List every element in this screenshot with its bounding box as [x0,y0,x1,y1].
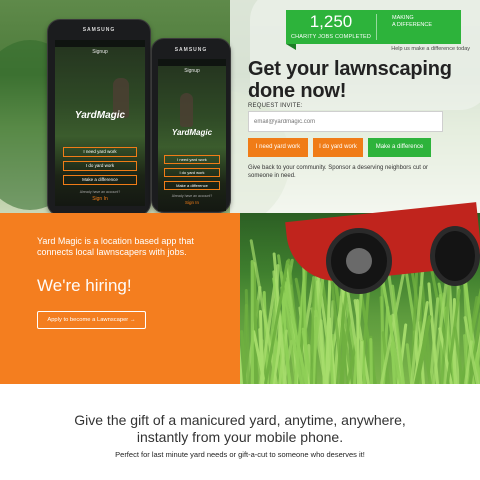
phone-screen-title: Signup [92,49,108,55]
hiring-title: We're hiring! [37,276,132,295]
make-difference-button[interactable]: Make a difference [368,138,431,157]
app-logo: YardMagic [74,110,126,121]
stats-count: 1,250 [309,12,353,31]
already-label: Already have an account? [79,190,121,194]
mower-wheel [430,226,480,286]
need-yard-work-button[interactable]: I need yard work [248,138,308,157]
apply-lawnscaper-button[interactable]: Apply to become a Lawnscaper → [37,311,146,329]
app-description: Yard Magic is a location based app that … [37,236,194,257]
request-invite-label: REQUEST INVITE: [248,103,303,109]
phone-sign-in-link[interactable]: Sign In [158,200,226,205]
phone-carrier: SAMSUNG [82,27,116,33]
phone-need-button[interactable]: I need yard work [63,147,137,157]
gift-subtitle: Perfect for last minute yard needs or gi… [115,450,365,459]
phone-need-button[interactable]: I need yard work [164,155,220,164]
stats-divider [376,14,377,40]
stats-counter: 1,250 CHARITY JOBS COMPLETED [286,10,376,44]
phone-carrier: SAMSUNG [174,47,208,53]
phone-screen-title: Signup [184,68,200,74]
gift-headline: Give the gift of a manicured yard, anyti… [74,412,406,445]
phone-difference-button[interactable]: Make a difference [164,181,220,190]
phone-mockup-back: SAMSUNG Signup YardMagic I need yard wor… [151,38,231,213]
app-logo: YardMagic [171,128,213,137]
stats-tagline: MAKING A DIFFERENCE [392,15,433,28]
phone-do-button[interactable]: I do yard work [63,161,137,171]
phone-screen: Signup YardMagic I need yard work I do y… [55,40,145,206]
phone-do-button[interactable]: I do yard work [164,168,220,177]
phone-screen: Signup YardMagic I need yard work I do y… [158,59,226,211]
give-back-text: Give back to your community. Sponsor a d… [248,165,428,179]
phone-difference-button[interactable]: Make a difference [63,175,137,185]
phone-sign-in-link[interactable]: Sign In [55,196,145,202]
already-label: Already have an account? [171,194,213,198]
help-text: Help us make a difference today [391,46,470,52]
email-input[interactable] [248,111,443,132]
stats-count-label: CHARITY JOBS COMPLETED [290,34,372,40]
do-yard-work-button[interactable]: I do yard work [313,138,363,157]
phone-mockup-front: SAMSUNG Signup YardMagic I need yard wor… [47,19,151,216]
hero-headline: Get your lawnscaping done now! [248,58,452,102]
